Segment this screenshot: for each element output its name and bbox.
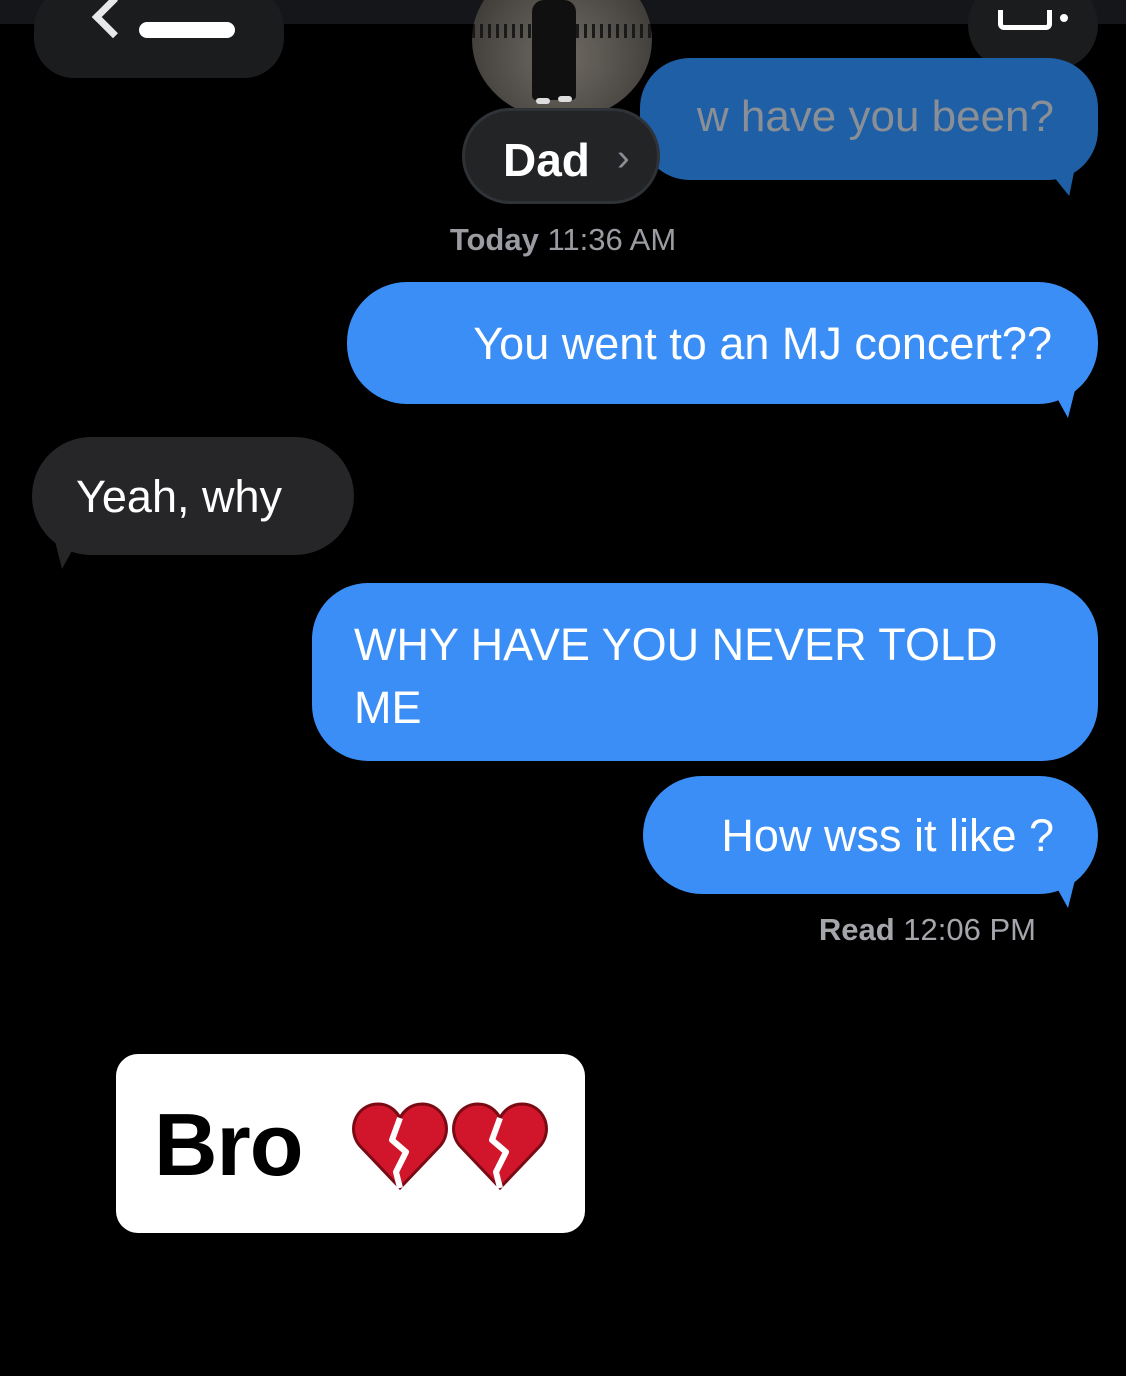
broken-heart-icon [352,1102,448,1191]
read-label: Read [818,912,895,947]
message-bubble-incoming[interactable]: Yeah, why [32,437,354,569]
read-time: 12:06 PM [903,912,1036,947]
bubble-tail [1046,378,1078,418]
previous-message-bubble[interactable]: w have you been? [640,58,1098,196]
video-camera-icon [998,10,1052,30]
sticker-text: Bro [154,1095,304,1194]
message-text: How wss it like ? [721,810,1054,861]
back-chevron-icon [91,0,135,39]
previous-message-text: w have you been? [696,92,1054,141]
back-button[interactable] [34,0,284,78]
bubble-tail [1042,162,1076,196]
broken-heart-icon [452,1102,548,1191]
message-bubble-outgoing[interactable]: WHY HAVE YOU NEVER TOLD ME [312,583,1098,761]
contact-avatar[interactable] [472,0,652,120]
camera-dot-icon [1060,14,1068,22]
message-text: Yeah, why [76,471,282,522]
read-receipt: Read 12:06 PM [0,912,1036,948]
back-badge-icon [139,22,235,38]
timestamp-time: 11:36 AM [547,222,677,257]
avatar-shoe [558,96,572,102]
message-bubble-outgoing[interactable]: How wss it like ? [643,776,1098,908]
chevron-right-icon: › [617,137,630,179]
avatar-shoe [536,98,550,104]
message-bubble-outgoing[interactable]: You went to an MJ concert?? [347,282,1098,418]
message-text: You went to an MJ concert?? [473,318,1052,369]
contact-name: Dad [503,134,590,186]
avatar-person [532,0,576,100]
broken-hearts [352,1102,548,1191]
caption-sticker: Bro [116,1054,585,1233]
bubble-tail [1046,868,1078,908]
bubble-tail [52,529,84,569]
conversation-timestamp: Today 11:36 AM [0,222,1126,258]
timestamp-day: Today [449,222,539,257]
message-text: WHY HAVE YOU NEVER TOLD ME [354,619,998,733]
contact-name-button[interactable]: Dad › [462,108,660,204]
